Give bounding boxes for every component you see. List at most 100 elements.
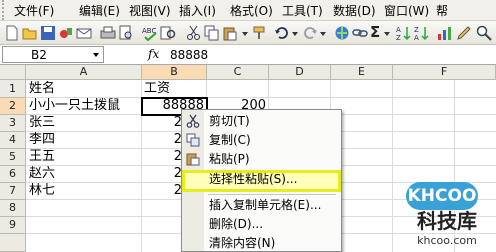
sort-descending-icon[interactable]: ZA — [414, 25, 430, 41]
watermark-name: 科技库 — [417, 209, 477, 233]
menubar-grip — [2, 0, 12, 20]
undo-dropdown-icon[interactable] — [292, 32, 298, 36]
svg-text:A: A — [396, 26, 401, 34]
cut-icon[interactable] — [186, 25, 202, 41]
spelling-icon[interactable]: ABC — [142, 25, 158, 41]
context-menu-insert-copied-cells[interactable]: 插入复制单元格(E)... — [182, 196, 341, 215]
email-icon[interactable] — [76, 25, 92, 41]
cell-a7[interactable]: 林七 — [29, 183, 139, 199]
row-header-9[interactable]: 9 — [0, 217, 26, 234]
cell-a6[interactable]: 赵六 — [29, 166, 139, 182]
copy-icon — [186, 133, 200, 147]
row-header-2[interactable]: 2 — [0, 98, 26, 115]
menu-data[interactable]: 数据(D) — [333, 4, 376, 18]
cell-b1[interactable]: 工资 — [144, 81, 204, 97]
formula-input[interactable]: 88888 — [170, 48, 208, 62]
autosum-dropdown-icon[interactable] — [384, 32, 390, 36]
name-box-dropdown-icon[interactable] — [93, 53, 99, 57]
row-header-5[interactable]: 5 — [0, 149, 26, 166]
menu-tools[interactable]: 工具(T) — [282, 4, 323, 18]
hyperlink-chain-icon[interactable] — [352, 25, 368, 41]
row-header-1[interactable]: 1 — [0, 80, 26, 98]
svg-text:A: A — [414, 34, 419, 41]
cell-a4[interactable]: 李四 — [29, 132, 139, 148]
insert-function-button[interactable]: fx — [148, 47, 159, 61]
copy-icon[interactable] — [204, 25, 220, 41]
menu-window[interactable]: 窗口(W) — [384, 4, 429, 18]
redo-dropdown-icon[interactable] — [320, 32, 326, 36]
menu-file[interactable]: 文件(F) — [14, 4, 54, 18]
row-header-4[interactable]: 4 — [0, 132, 26, 149]
column-header-d[interactable]: D — [269, 65, 331, 80]
cell-a3[interactable]: 张三 — [29, 115, 139, 131]
context-menu-paste-special[interactable]: 选择性粘贴(S)... — [182, 170, 341, 192]
site-watermark: KHCOO 科技库 khcoo.com — [398, 182, 496, 252]
watermark-domain: khcoo.com — [417, 234, 477, 247]
cell-a5[interactable]: 王五 — [29, 149, 139, 165]
cell-b4[interactable]: 2 — [144, 132, 182, 148]
svg-text:Z: Z — [396, 34, 401, 41]
context-menu-clear-contents[interactable]: 清除内容(N) — [182, 234, 341, 251]
column-header-c[interactable]: C — [207, 65, 269, 80]
context-menu-copy[interactable]: 复制(C) — [182, 131, 341, 150]
open-icon[interactable] — [22, 25, 38, 41]
cell-a1[interactable]: 姓名 — [29, 81, 139, 97]
menu-help[interactable]: 帮 — [436, 4, 448, 18]
context-menu-cut[interactable]: 剪切(T) — [182, 112, 341, 131]
save-icon[interactable] — [40, 25, 56, 41]
cell-b3[interactable]: 2 — [144, 115, 182, 131]
cell-b5[interactable]: 2 — [144, 149, 182, 165]
column-header-f[interactable]: F — [393, 65, 496, 80]
formula-bar: B2 fx 88888 — [0, 45, 496, 65]
cell-a2[interactable]: 小小一只土拨鼠 — [29, 98, 141, 114]
select-all-corner[interactable] — [0, 65, 26, 80]
context-menu-label: 插入复制单元格(E)... — [209, 198, 322, 212]
format-painter-icon[interactable] — [252, 25, 268, 41]
context-menu: 剪切(T) 复制(C) 粘贴(P) 选择性粘贴(S)... 插入复制单元格(E)… — [181, 109, 342, 252]
context-menu-label: 复制(C) — [209, 133, 251, 147]
hyperlink-icon[interactable] — [334, 25, 350, 41]
redo-icon[interactable] — [302, 25, 318, 41]
print-icon[interactable] — [100, 25, 116, 41]
column-header-b[interactable]: B — [142, 65, 207, 80]
print-preview-icon[interactable] — [118, 25, 134, 41]
context-menu-separator — [208, 194, 336, 195]
sort-ascending-icon[interactable]: AZ — [396, 25, 412, 41]
context-menu-label: 清除内容(N) — [209, 236, 276, 250]
menu-view[interactable]: 视图(V) — [129, 4, 171, 18]
new-icon[interactable] — [4, 25, 20, 41]
paste-dropdown-icon[interactable] — [242, 32, 248, 36]
permission-icon[interactable] — [58, 25, 74, 41]
svg-text:Z: Z — [414, 26, 419, 34]
row-header-10[interactable] — [0, 234, 26, 252]
menu-edit[interactable]: 编辑(E) — [79, 4, 120, 18]
research-icon[interactable] — [160, 25, 176, 41]
row-header-7[interactable]: 7 — [0, 183, 26, 200]
autosum-icon[interactable]: Σ — [370, 23, 386, 41]
row-header-8[interactable]: 8 — [0, 200, 26, 217]
cell-b7[interactable]: 2 — [144, 183, 182, 199]
paste-icon[interactable] — [222, 25, 238, 41]
context-menu-label: 选择性粘贴(S)... — [209, 172, 298, 186]
context-menu-delete[interactable]: 删除(D)... — [182, 215, 341, 234]
row-header-3[interactable]: 3 — [0, 115, 26, 132]
undo-icon[interactable] — [274, 25, 290, 41]
drawing-icon[interactable] — [456, 25, 472, 41]
paste-icon — [186, 153, 200, 166]
context-menu-label: 剪切(T) — [209, 114, 250, 128]
chart-wizard-icon[interactable] — [436, 25, 452, 41]
cell-b6[interactable]: 2 — [144, 166, 182, 182]
menu-insert[interactable]: 插入(I) — [179, 4, 216, 18]
gridline — [392, 80, 393, 252]
column-header-e[interactable]: E — [331, 65, 393, 80]
watermark-logo: KHCOO — [406, 182, 478, 210]
menu-format[interactable]: 格式(O) — [230, 4, 273, 18]
name-box[interactable]: B2 — [2, 46, 104, 63]
zoom-icon[interactable] — [476, 25, 492, 41]
context-menu-label: 粘贴(P) — [209, 152, 250, 166]
context-menu-paste[interactable]: 粘贴(P) — [182, 150, 341, 169]
name-box-value: B2 — [31, 48, 47, 62]
row-header-6[interactable]: 6 — [0, 166, 26, 183]
column-header-a[interactable]: A — [26, 65, 142, 80]
context-menu-label: 删除(D)... — [209, 217, 264, 231]
